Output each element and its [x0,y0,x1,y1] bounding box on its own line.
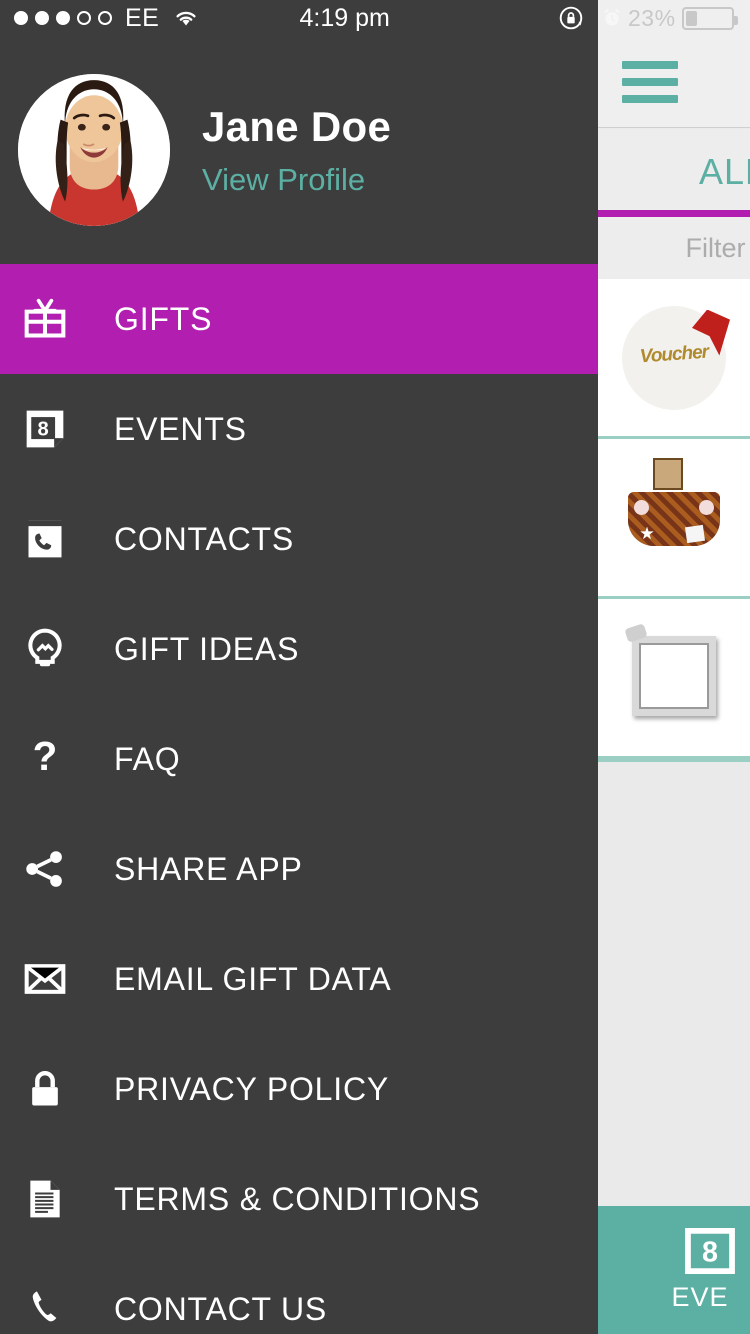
list-item[interactable]: Voucher [598,279,750,439]
gift-hamper-thumbnail [622,457,726,570]
signal-strength-icon [14,11,112,25]
sidebar-item-privacy-policy[interactable]: PRIVACY POLICY [0,1034,598,1144]
svg-text:8: 8 [702,1236,718,1268]
sidebar-item-contacts[interactable]: CONTACTS [0,484,598,594]
sidebar-item-label: CONTACT US [114,1290,328,1327]
lightbulb-icon [22,626,68,672]
document-icon [22,1176,68,1222]
content-panel: 23% ALL Filter b Voucher [598,0,750,1334]
sidebar-item-label: SHARE APP [114,850,303,887]
svg-text:?: ? [33,737,58,779]
sidebar-item-contact-us[interactable]: CONTACT US [0,1254,598,1334]
sidebar-item-gifts[interactable]: GIFTS [0,264,598,374]
battery-percent-label: 23% [628,4,676,31]
sidebar-item-label: EMAIL GIFT DATA [114,960,392,997]
filter-bar[interactable]: Filter b [598,217,750,279]
question-mark-icon: ? [22,736,68,782]
gift-list: Voucher [598,279,750,762]
sidebar-item-faq[interactable]: ? FAQ [0,704,598,814]
sidebar-item-label: PRIVACY POLICY [114,1070,389,1107]
sidebar-item-label: EVENTS [114,410,247,447]
sidebar-item-label: FAQ [114,740,181,777]
svg-text:8: 8 [38,418,49,440]
envelope-icon [22,956,68,1002]
app-bar [598,36,750,128]
list-end-separator [598,759,750,762]
sidebar-item-terms-conditions[interactable]: TERMS & CONDITIONS [0,1144,598,1254]
battery-icon [681,6,738,30]
sidebar-item-label: TERMS & CONDITIONS [114,1180,481,1217]
profile-header[interactable]: Jane Doe View Profile [0,36,598,264]
photo-frame-thumbnail [622,622,726,730]
sidebar-item-share-app[interactable]: SHARE APP [0,814,598,924]
sidebar-item-label: CONTACTS [114,520,295,557]
page-title: Jane Doe [202,102,392,150]
clock-label: 4:19 pm [299,3,390,32]
share-icon [22,846,68,892]
status-bar: EE 4:19 pm [0,0,598,36]
hamburger-menu-icon[interactable] [622,60,678,103]
tab-active-indicator [598,210,750,217]
list-item[interactable] [598,599,750,759]
sidebar-item-label: GIFTS [114,300,213,337]
alarm-clock-icon [604,9,620,26]
tab-all[interactable]: ALL [699,151,750,193]
sidebar-item-gift-ideas[interactable]: GIFT IDEAS [0,594,598,704]
drawer-menu: GIFTS 8 EVENTS CONTACTS GIFT IDEAS ? FAQ… [0,264,598,1334]
phone-icon [22,1286,68,1332]
calendar-icon: 8 [22,406,68,452]
view-profile-link[interactable]: View Profile [202,162,391,198]
bottom-tab-label: EVE [671,1281,729,1312]
bottom-tab-events[interactable]: 8 EVE [598,1206,750,1334]
rotation-lock-icon [559,6,583,30]
sidebar-item-email-gift-data[interactable]: EMAIL GIFT DATA [0,924,598,1034]
avatar-image [18,74,170,226]
address-book-icon [22,516,68,562]
sidebar-item-events[interactable]: 8 EVENTS [0,374,598,484]
calendar-icon: 8 [685,1227,735,1274]
lock-icon [22,1066,68,1112]
filter-input-placeholder: Filter b [685,232,750,263]
list-item[interactable] [598,439,750,599]
carrier-label: EE [125,3,160,32]
tab-strip: ALL [598,129,750,214]
avatar[interactable] [18,74,170,226]
gift-voucher-thumbnail: Voucher [622,305,730,410]
sidebar-item-label: GIFT IDEAS [114,630,300,667]
gift-icon [22,296,68,342]
content-status-bar: 23% [598,0,750,36]
navigation-drawer: EE 4:19 pm Jane Doe View Profile GIFTS 8… [0,0,598,1334]
